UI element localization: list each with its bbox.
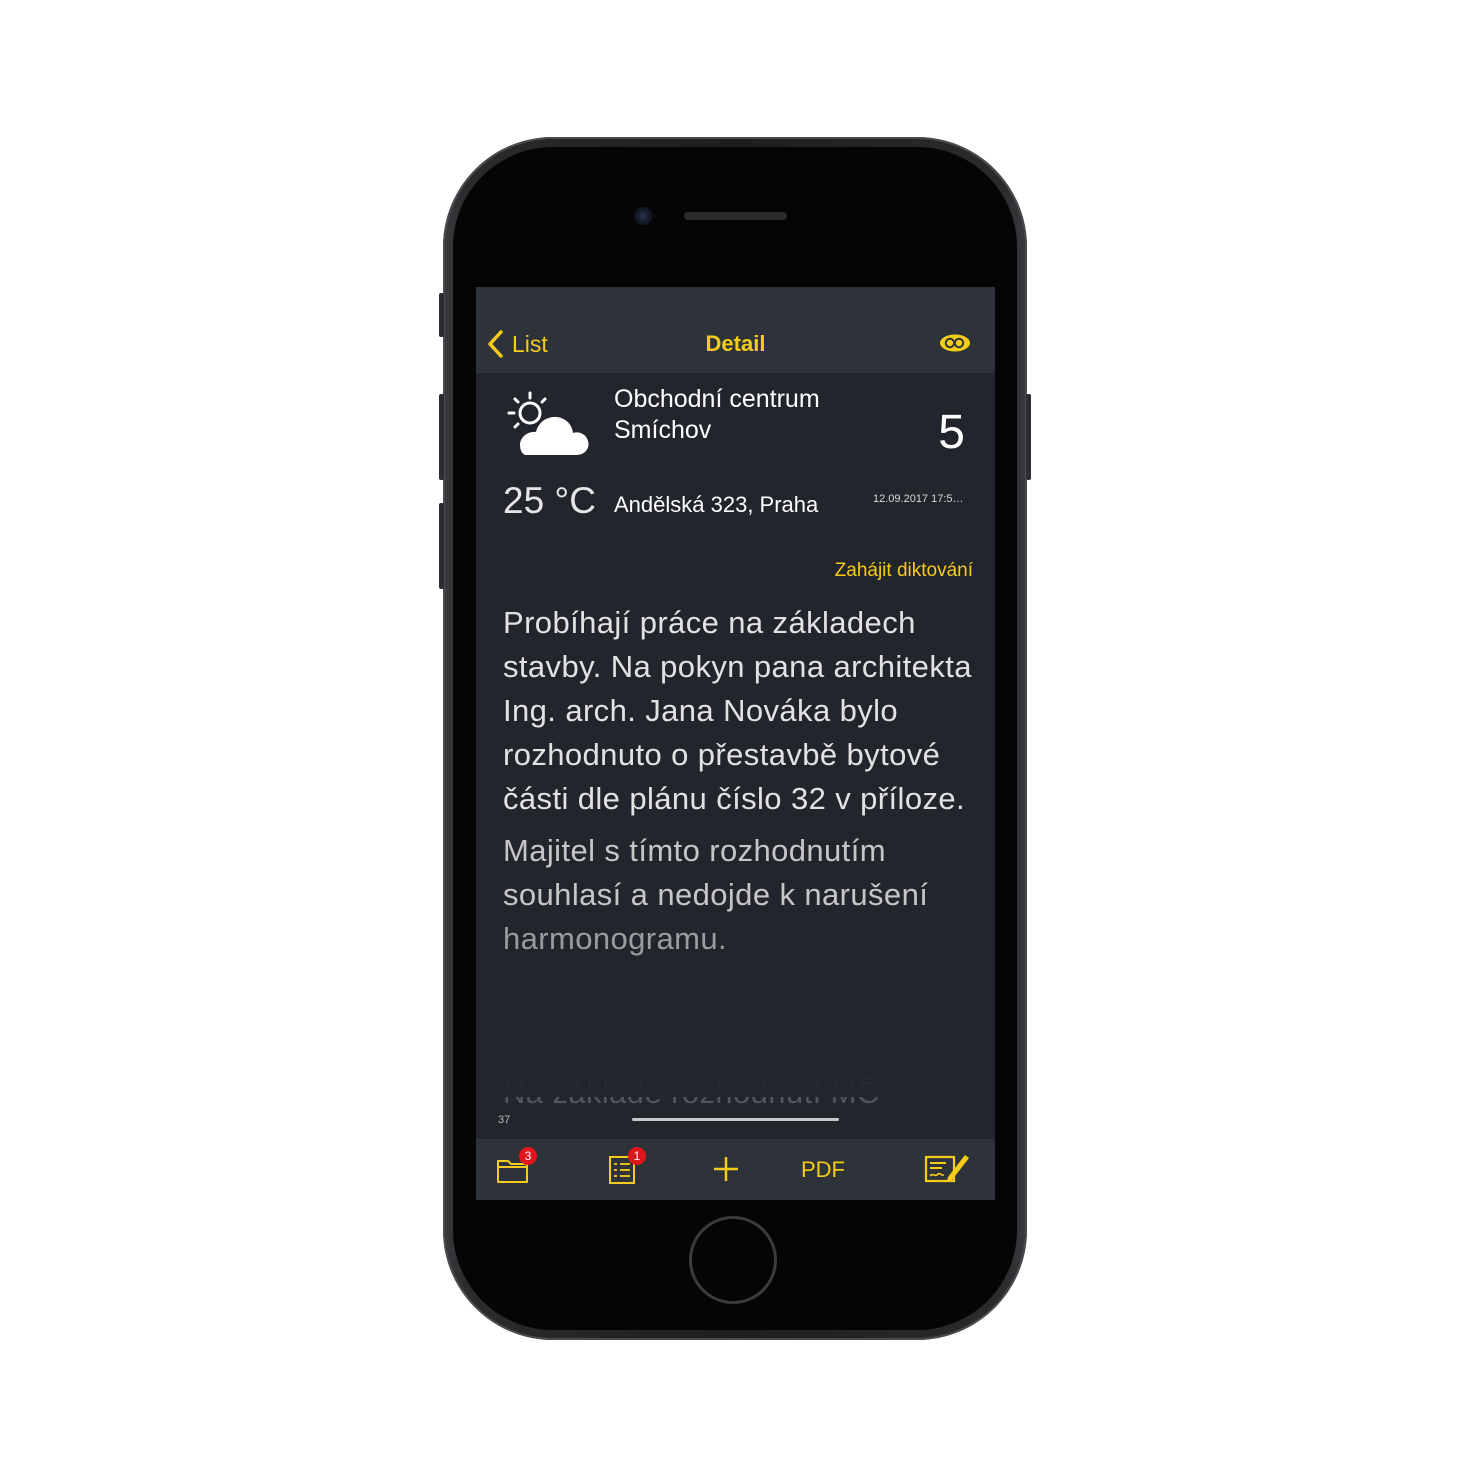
timestamp: 12.09.2017 17:5… (873, 493, 964, 505)
volume-down-button (439, 503, 444, 589)
volume-up-button (439, 394, 444, 480)
pdf-button[interactable]: PDF (801, 1157, 845, 1183)
plus-icon (714, 1157, 738, 1181)
mute-switch (439, 293, 444, 337)
navigation-bar: List Detail (476, 287, 995, 373)
folder-button[interactable]: 3 (496, 1147, 548, 1189)
signature-icon (924, 1155, 969, 1183)
site-name: Obchodní centrum Smíchov (614, 385, 820, 444)
home-button[interactable] (689, 1216, 777, 1304)
earpiece-speaker (684, 212, 787, 220)
note-paragraph-line: harmonogramu. (503, 921, 728, 956)
infinity-link-icon[interactable] (938, 331, 972, 355)
scroll-indicator[interactable] (632, 1118, 839, 1121)
temperature: 25 °C (503, 480, 596, 521)
front-camera (634, 207, 652, 225)
bottom-toolbar: 3 1 PDF (476, 1139, 995, 1200)
note-paragraph: Probíhají práce na základech stavby. Na … (503, 605, 972, 816)
add-button[interactable] (712, 1149, 742, 1189)
power-button (1026, 394, 1031, 480)
folder-badge: 3 (519, 1147, 537, 1165)
checklist-badge: 1 (628, 1147, 646, 1165)
checklist-button[interactable]: 1 (608, 1147, 660, 1189)
note-paragraph-line: Majitel s tímto rozhodnutím souhlasí a n… (503, 833, 929, 912)
start-dictation-button[interactable]: Zahájit diktování (835, 560, 973, 582)
device-mockup: List Detail Obchodní centrum Smíchov 5 2 (0, 0, 1467, 1467)
note-paragraph: Na základě rozhodnutí MČ (503, 1075, 880, 1110)
note-paragraph: Majitel s tímto rozhodnutím souhlasí a n… (503, 829, 983, 961)
signature-button[interactable] (924, 1149, 972, 1189)
character-count: 37 (498, 1114, 511, 1126)
partly-cloudy-icon (507, 391, 589, 455)
address: Andělská 323, Praha (614, 492, 819, 517)
note-text-area[interactable]: Probíhají práce na základech stavby. Na … (503, 601, 983, 1110)
app-screen: List Detail Obchodní centrum Smíchov 5 2 (476, 287, 995, 1200)
page-title: Detail (705, 331, 766, 356)
entry-count: 5 (938, 406, 965, 459)
